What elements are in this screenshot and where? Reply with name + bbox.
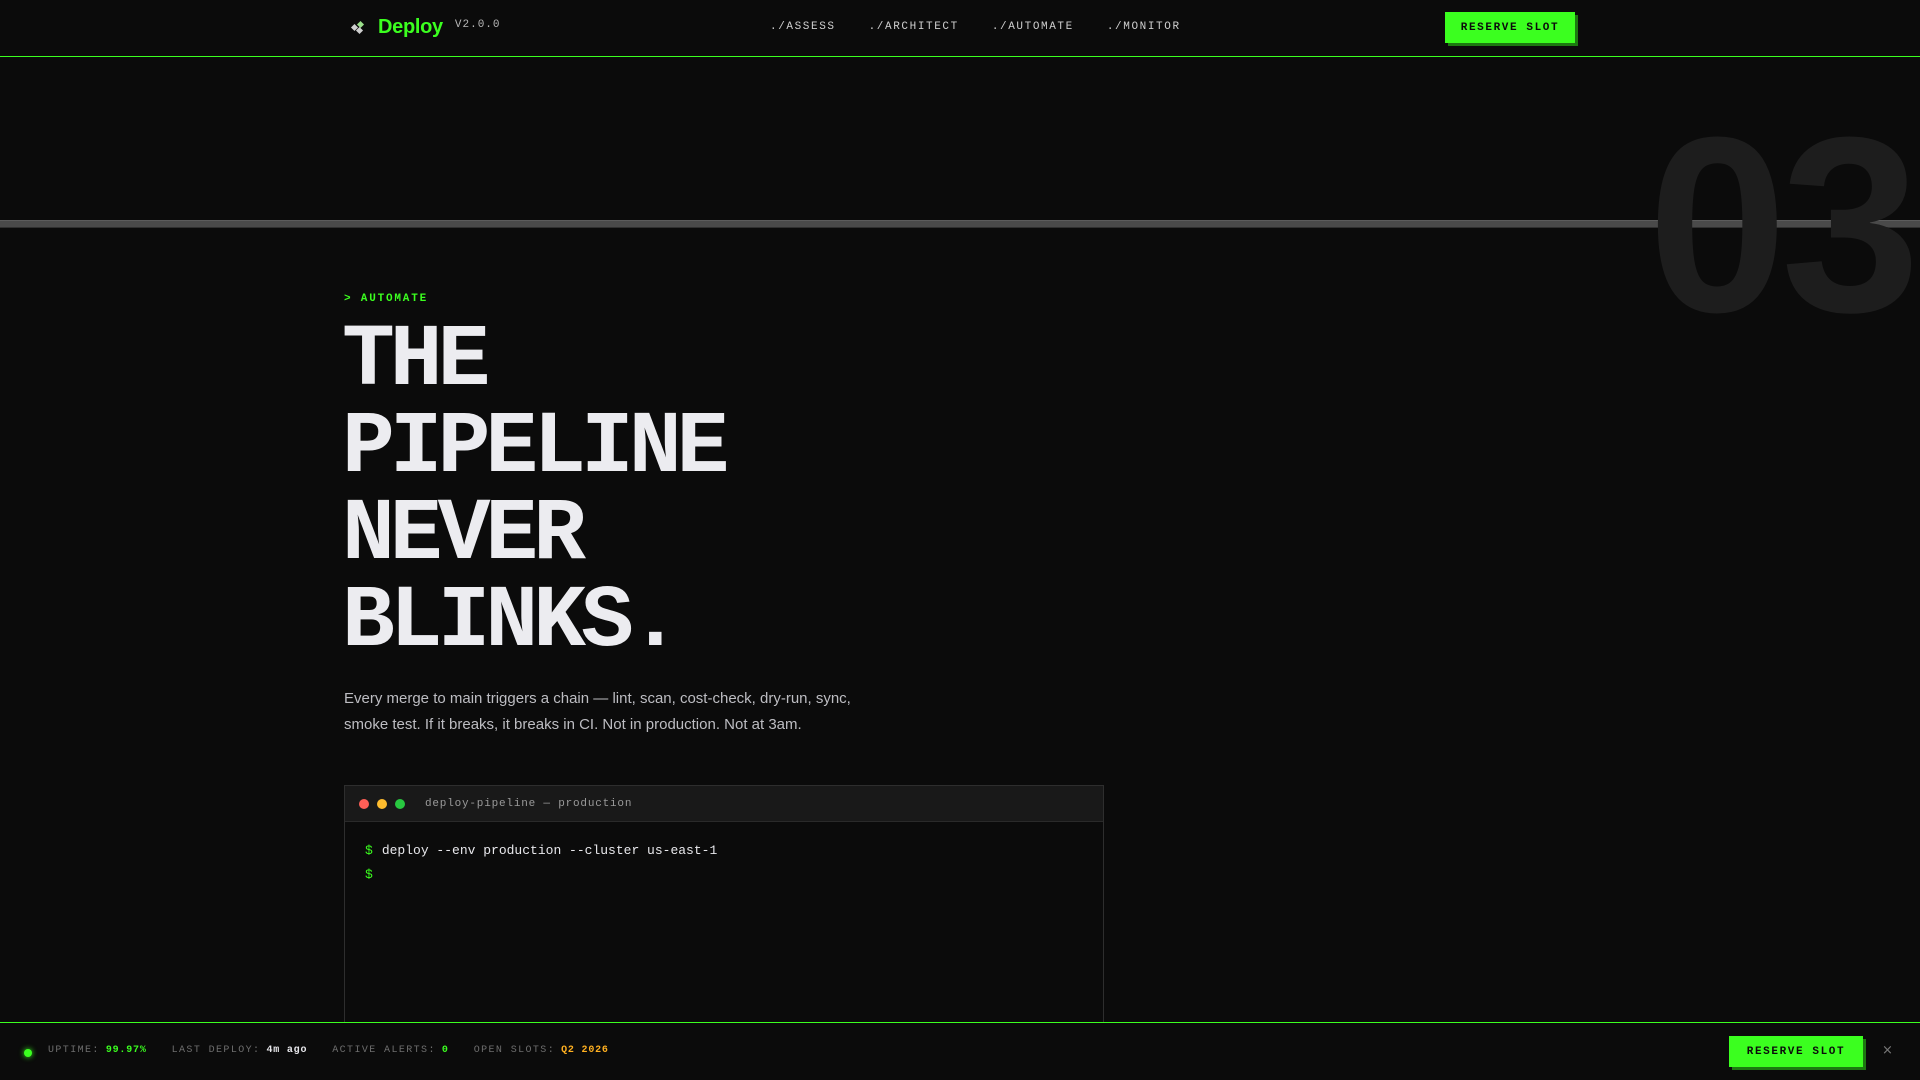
stat-label: UPTIME: [48, 1045, 100, 1056]
stat-last-deploy: LAST DEPLOY: 4m ago [172, 1045, 308, 1056]
hero-description: Every merge to main triggers a chain — l… [344, 690, 851, 733]
reserve-slot-button[interactable]: RESERVE SLOT [1445, 12, 1575, 43]
status-stats: UPTIME: 99.97% LAST DEPLOY: 4m ago ACTIVE … [48, 1045, 609, 1056]
stat-label: LAST DEPLOY: [171, 1045, 261, 1056]
section-number: 03 [1648, 85, 1920, 364]
logo-icon [350, 20, 366, 35]
headline-line: BLINKS. [342, 573, 682, 672]
maximize-dot-icon [395, 798, 405, 809]
version-badge: V2.0.0 [454, 18, 501, 31]
terminal-titlebar: deploy-pipeline — production [345, 786, 1103, 822]
nav-link-automate[interactable]: ./AUTOMATE [992, 21, 1074, 33]
close-icon[interactable]: × [1882, 1043, 1893, 1058]
minimize-dot-icon [377, 798, 387, 809]
headline-line: PIPELINE [342, 399, 729, 498]
nav-link-assess[interactable]: ./ASSESS [770, 21, 836, 33]
stat-label: OPEN SLOTS: [473, 1045, 556, 1056]
brand[interactable]: Deploy V2.0.0 [350, 16, 501, 39]
terminal-prompt: $ [365, 867, 373, 882]
terminal-command: deploy --env production --cluster us-eas… [381, 843, 718, 858]
terminal-line: $ deploy --env production --cluster us-ea… [365, 839, 1083, 863]
brand-name: Deploy [378, 16, 443, 38]
hero-headline: THE PIPELINE NEVER BLINKS. [342, 312, 729, 672]
reserve-slot-button-footer[interactable]: RESERVE SLOT [1729, 1036, 1863, 1067]
status-bar: UPTIME: 99.97% LAST DEPLOY: 4m ago ACTIVE … [0, 1022, 1920, 1080]
headline-line: THE [342, 312, 490, 411]
terminal-prompt: $ [365, 843, 373, 858]
terminal-title: deploy-pipeline — production [425, 797, 633, 810]
top-nav-bar: Deploy V2.0.0 ./ASSESS ./ARCHITECT ./AUT… [0, 0, 1920, 57]
terminal-line: $ [365, 863, 1083, 887]
close-dot-icon [359, 798, 369, 809]
status-indicator-icon [24, 1049, 32, 1057]
stat-value: 0 [441, 1045, 449, 1056]
terminal-window: deploy-pipeline — production $ deploy --e… [344, 785, 1104, 1025]
section-eyebrow: > AUTOMATE [344, 293, 429, 305]
stat-active-alerts: ACTIVE ALERTS: 0 [332, 1045, 448, 1056]
nav-link-monitor[interactable]: ./MONITOR [1107, 21, 1181, 33]
headline-line: NEVER [342, 486, 586, 585]
nav-link-architect[interactable]: ./ARCHITECT [869, 21, 959, 33]
section-divider [0, 220, 1920, 228]
stat-value: 4m ago [266, 1045, 308, 1056]
stat-uptime: UPTIME: 99.97% [48, 1045, 147, 1056]
stat-value: Q2 2026 [561, 1045, 609, 1056]
stat-label: ACTIVE ALERTS: [332, 1045, 436, 1056]
stat-open-slots: OPEN SLOTS: Q2 2026 [474, 1045, 609, 1056]
main-nav: ./ASSESS ./ARCHITECT ./AUTOMATE ./MONITO… [770, 21, 1181, 33]
stat-value: 99.97% [105, 1045, 147, 1056]
terminal-body[interactable]: $ deploy --env production --cluster us-ea… [345, 822, 1103, 904]
